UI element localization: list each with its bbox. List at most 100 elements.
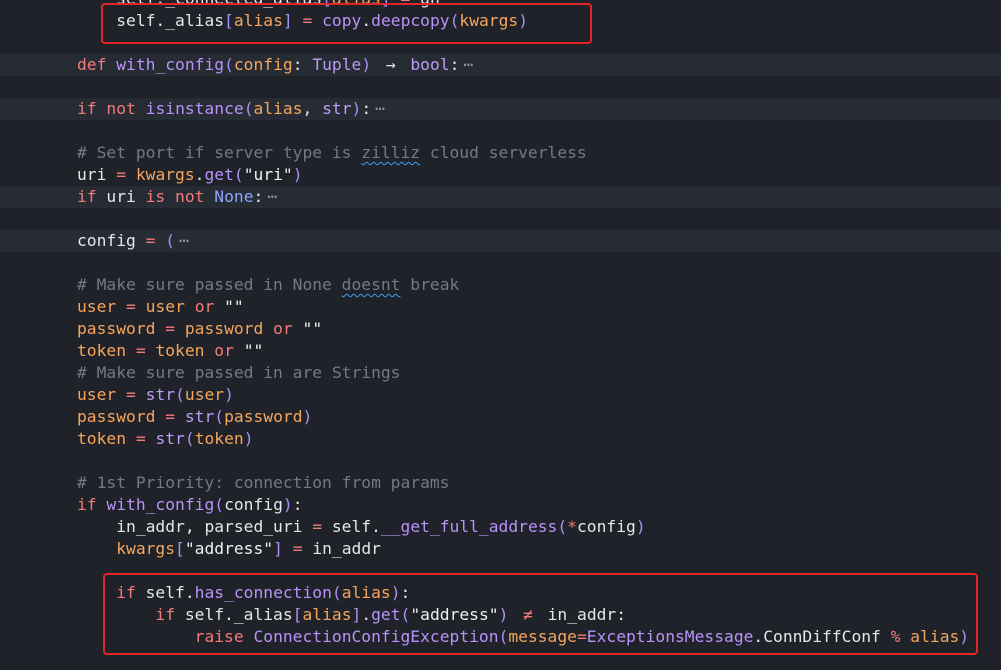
function-name: ExceptionsMessage	[586, 627, 754, 646]
code-line[interactable]: in_addr, parsed_uri = self.__get_full_ad…	[0, 516, 1001, 538]
identifier	[175, 407, 185, 426]
parameter: kwargs	[135, 165, 195, 184]
identifier	[312, 11, 322, 30]
identifier: gh	[410, 0, 440, 8]
operator: =	[145, 231, 156, 250]
code-line[interactable]: config = (⋯	[0, 230, 1001, 252]
bracket: (	[243, 99, 254, 118]
parameter: alias	[302, 605, 352, 624]
code-line[interactable]: if with_config(config):	[0, 494, 1001, 516]
identifier: →	[385, 55, 396, 74]
code-line[interactable]: uri = kwargs.get("uri")	[0, 164, 1001, 186]
operator: ≠	[523, 605, 533, 624]
code-line[interactable]: if self.has_connection(alias):	[0, 582, 1001, 604]
identifier	[401, 55, 411, 74]
code-line[interactable]: password = str(password)	[0, 406, 1001, 428]
bracket: ]	[351, 605, 362, 624]
identifier: self.	[322, 517, 381, 536]
code-lines[interactable]: self._connected_alias[alias] = gh self._…	[0, 0, 1001, 648]
keyword: if	[77, 99, 97, 118]
code-line[interactable]	[0, 32, 1001, 54]
parameter: user	[77, 385, 117, 404]
bracket: )	[302, 407, 313, 426]
type-name: str	[145, 385, 176, 404]
code-line[interactable]	[0, 252, 1001, 274]
function-name: get	[371, 605, 401, 624]
keyword: or	[194, 297, 215, 316]
code-line[interactable]: token = str(token)	[0, 428, 1001, 450]
identifier	[116, 385, 126, 404]
identifier	[263, 319, 273, 338]
code-line[interactable]: password = password or ""	[0, 318, 1001, 340]
fold-ellipsis-button[interactable]: ⋯	[375, 99, 385, 118]
code-line[interactable]: raise ConnectionConfigException(message=…	[0, 626, 1001, 648]
keyword: def	[77, 55, 107, 74]
bracket: [	[292, 605, 303, 624]
fold-ellipsis-button[interactable]: ⋯	[267, 187, 277, 206]
parameter: password	[224, 407, 303, 426]
code-line[interactable]: if self._alias[alias].get("address") ≠ i…	[0, 604, 1001, 626]
identifier: ,	[302, 99, 323, 118]
parameter: alias	[253, 99, 303, 118]
bracket: )	[518, 11, 529, 30]
bracket: [	[224, 11, 234, 30]
bracket: (	[175, 385, 185, 404]
bracket: (	[214, 495, 225, 514]
keyword: raise	[194, 627, 244, 646]
identifier: .	[361, 11, 372, 30]
identifier	[234, 341, 244, 360]
bracket: ]	[381, 0, 391, 8]
code-line[interactable]	[0, 560, 1001, 582]
code-line[interactable]: # Set port if server type is zilliz clou…	[0, 142, 1001, 164]
code-line[interactable]: # Make sure passed in are Strings	[0, 362, 1001, 384]
bracket: (	[498, 627, 509, 646]
function-name: copy	[322, 11, 362, 30]
parameter: user	[77, 297, 117, 316]
operator: =	[135, 429, 146, 448]
code-line[interactable]: user = str(user)	[0, 384, 1001, 406]
keyword: if	[155, 605, 176, 624]
function-name: ConnectionConfigException	[253, 627, 499, 646]
identifier	[175, 319, 185, 338]
code-line[interactable]: kwargs["address"] = in_addr	[0, 538, 1001, 560]
code-line[interactable]: self._connected_alias[alias] = gh	[0, 0, 1001, 10]
identifier	[214, 297, 224, 316]
identifier: self._alias	[175, 605, 293, 624]
identifier	[185, 297, 195, 316]
code-line[interactable]: # 1st Priority: connection from params	[0, 472, 1001, 494]
code-line[interactable]: # Make sure passed in None doesnt break	[0, 274, 1001, 296]
function-name: with_config	[106, 495, 215, 514]
code-line[interactable]	[0, 208, 1001, 230]
bracket: )	[224, 385, 234, 404]
comment: cloud serverless	[420, 143, 587, 162]
operator: =	[165, 319, 176, 338]
parameter: kwargs	[459, 11, 519, 30]
comment: # Make sure passed in None	[77, 275, 342, 294]
parameter: message	[508, 627, 577, 646]
parameter: user	[145, 297, 185, 316]
operator: =	[302, 11, 313, 30]
code-line[interactable]	[0, 450, 1001, 472]
identifier	[244, 627, 254, 646]
code-line[interactable]: def with_config(config: Tuple) → bool: ⋯	[0, 54, 1001, 76]
identifier	[106, 55, 116, 74]
identifier: in_addr	[302, 539, 381, 558]
code-line[interactable]	[0, 120, 1001, 142]
parameter: user	[184, 385, 225, 404]
keyword: if	[116, 583, 136, 602]
bracket: (	[331, 583, 342, 602]
identifier: self.	[135, 583, 195, 602]
string-literal: ""	[224, 297, 244, 316]
fold-ellipsis-button[interactable]: ⋯	[179, 231, 189, 250]
bracket: )	[292, 165, 303, 184]
code-line[interactable]	[0, 76, 1001, 98]
string-literal: ""	[302, 319, 323, 338]
code-line[interactable]: token = token or ""	[0, 340, 1001, 362]
fold-ellipsis-button[interactable]: ⋯	[463, 55, 473, 74]
code-line[interactable]: user = user or ""	[0, 296, 1001, 318]
code-line[interactable]: self._alias[alias] = copy.deepcopy(kwarg…	[0, 10, 1001, 32]
code-editor[interactable]: self._connected_alias[alias] = gh self._…	[0, 0, 1001, 670]
code-line[interactable]: if not isinstance(alias, str): ⋯	[0, 98, 1001, 120]
code-line[interactable]: if uri is not None: ⋯	[0, 186, 1001, 208]
